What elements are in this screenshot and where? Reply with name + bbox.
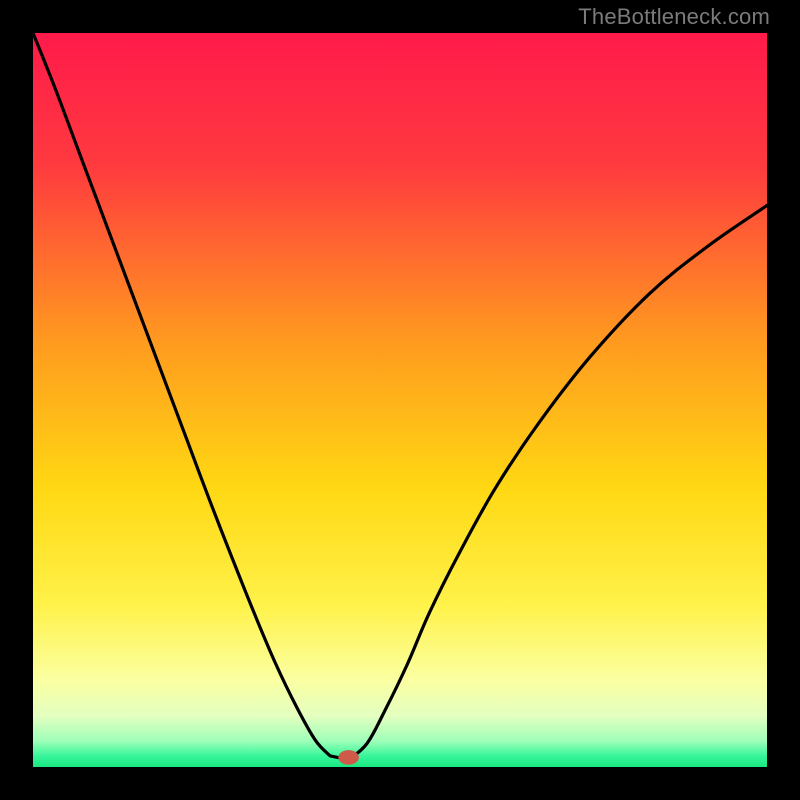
gradient-background <box>33 33 767 767</box>
minimum-marker <box>338 750 359 765</box>
chart-svg <box>33 33 767 767</box>
chart-frame: TheBottleneck.com <box>0 0 800 800</box>
plot-area <box>33 33 767 767</box>
watermark-text: TheBottleneck.com <box>578 4 770 30</box>
